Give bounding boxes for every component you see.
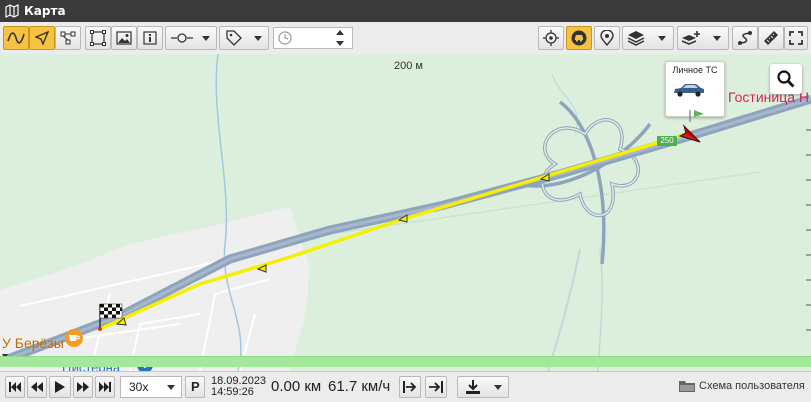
skip-to-end-button[interactable] (95, 376, 115, 398)
poi-label-u-berezy[interactable]: У Берёзы (2, 335, 64, 351)
geopoints-button[interactable] (594, 26, 620, 50)
track-tool-button[interactable] (3, 26, 29, 50)
search-icon (777, 70, 795, 88)
map-pin-icon (600, 30, 614, 46)
add-layer-dropdown[interactable] (677, 26, 729, 50)
vehicles-layer-button[interactable] (566, 26, 592, 50)
download-dropdown[interactable] (457, 376, 509, 398)
map-search-button[interactable] (770, 64, 802, 94)
add-layer-icon (681, 31, 700, 45)
geofence-tool-button[interactable] (55, 26, 81, 50)
playback-speed-select[interactable]: 30x (120, 376, 182, 398)
folder-icon (679, 381, 695, 392)
chevron-down-icon (167, 385, 175, 390)
rewind-button[interactable] (27, 376, 47, 398)
download-icon (466, 380, 480, 394)
image-icon (116, 31, 132, 45)
step-forward-button[interactable] (399, 376, 421, 398)
map-toolbar (0, 22, 811, 55)
p-button[interactable]: P (185, 376, 205, 398)
skip-start-icon (9, 382, 21, 392)
vehicle-speed-badge: 250 (657, 136, 677, 146)
jump-to-end-button[interactable] (425, 376, 447, 398)
map-icon (5, 4, 19, 18)
select-area-tool-button[interactable] (85, 26, 111, 50)
playback-timeline[interactable] (0, 356, 811, 367)
navigation-arrow-icon (35, 31, 49, 45)
rewind-icon (31, 382, 43, 392)
layers-dropdown[interactable] (622, 26, 674, 50)
info-tool-button[interactable] (137, 26, 163, 50)
chevron-down-icon (202, 36, 210, 41)
vehicle-label: Личное ТС (672, 65, 718, 75)
vehicle-position-marker[interactable] (676, 108, 706, 146)
navigate-tool-button[interactable] (29, 26, 55, 50)
image-tool-button[interactable] (111, 26, 137, 50)
chevron-down-icon (254, 36, 262, 41)
chevron-down-icon (494, 385, 502, 390)
car-icon (674, 84, 704, 97)
locate-button[interactable] (538, 26, 564, 50)
track-curve-icon (7, 32, 25, 44)
fast-forward-icon (77, 382, 89, 392)
stepper-arrows-icon (336, 30, 344, 46)
fullscreen-button[interactable] (784, 26, 808, 50)
point-line-icon (171, 33, 193, 43)
window-title: Карта (24, 4, 66, 18)
ruler-icon (764, 31, 778, 45)
playback-speed-value: 30x (129, 380, 149, 394)
map-canvas[interactable]: 200 м У Берёзы Цистерна Гостиница Н Личн… (0, 54, 811, 371)
marker-style-dropdown[interactable] (165, 26, 217, 50)
finish-flag-icon[interactable] (98, 302, 124, 332)
select-area-icon (90, 30, 106, 46)
arrow-to-bar-icon (429, 381, 443, 393)
user-scheme-link[interactable]: Схема пользователя (699, 380, 805, 392)
cafe-icon[interactable] (64, 328, 84, 348)
map-scale-label: 200 м (394, 60, 423, 72)
playback-datetime: 18.09.2023 14:59:26 (211, 376, 266, 398)
fast-forward-button[interactable] (73, 376, 93, 398)
window-titlebar: Карта (0, 0, 811, 22)
route-icon (738, 31, 752, 45)
speed-badge-value: 250 (660, 136, 674, 145)
crosshair-icon (543, 30, 559, 46)
fullscreen-icon (789, 31, 803, 45)
playback-bar: 30x P 18.09.2023 14:59:26 0.00 км 61.7 к… (0, 371, 811, 402)
play-icon (55, 381, 65, 393)
playback-distance: 0.00 км (271, 378, 322, 395)
playback-time: 14:59:26 (211, 386, 254, 398)
tag-icon (226, 30, 242, 46)
time-stepper[interactable] (330, 27, 350, 49)
nodes-icon (60, 31, 76, 45)
clock-icon (278, 31, 292, 45)
arrow-right-bar-icon (403, 381, 417, 393)
skip-to-start-button[interactable] (5, 376, 25, 398)
playback-speed-reading: 61.7 км/ч (328, 378, 391, 395)
play-button[interactable] (49, 376, 71, 398)
chevron-down-icon (658, 36, 666, 41)
chevron-down-icon (713, 36, 721, 41)
ruler-button[interactable] (758, 26, 784, 50)
p-button-label: P (191, 379, 200, 394)
info-icon (143, 31, 157, 45)
car-icon (571, 30, 587, 46)
layers-icon (627, 31, 645, 46)
skip-end-icon (99, 382, 111, 392)
route-button[interactable] (732, 26, 758, 50)
tag-dropdown[interactable] (219, 26, 269, 50)
